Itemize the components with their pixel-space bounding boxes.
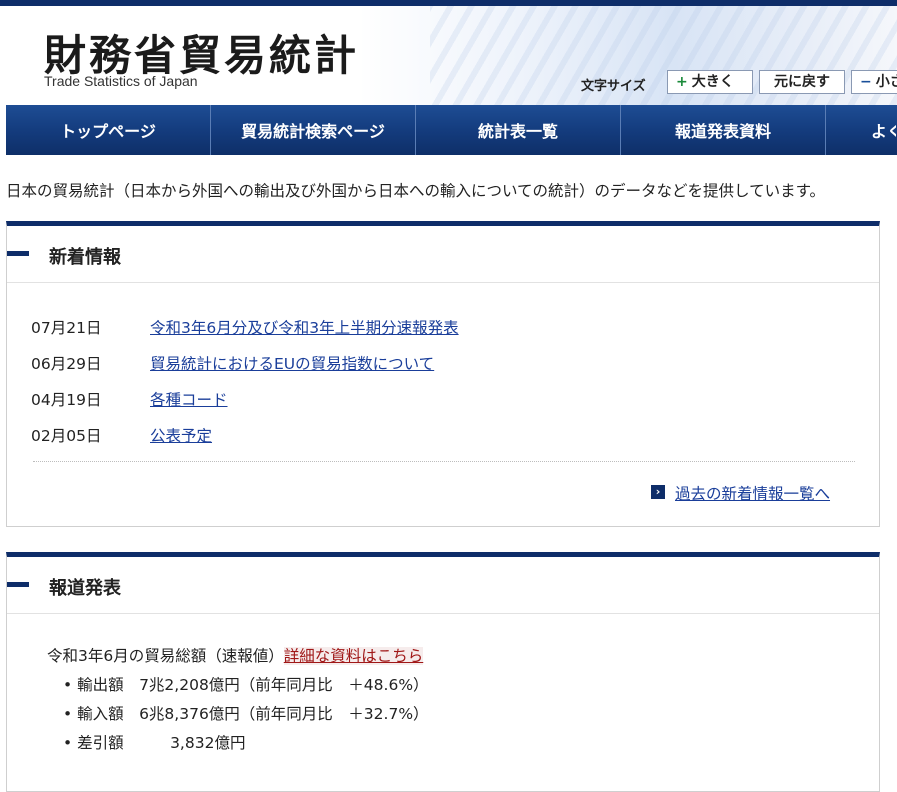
report-headline: 令和3年6月の貿易総額（速報値）詳細な資料はこちら — [47, 647, 424, 665]
nav-press-release[interactable]: 報道発表資料 — [621, 105, 826, 155]
nav-faq[interactable]: よくある質問 — [826, 105, 896, 155]
news-date: 02月05日 — [31, 427, 102, 445]
plus-icon: + — [676, 74, 688, 90]
report-panel-header: 報道発表 — [7, 557, 879, 614]
site-header: 財務省貿易統計 Trade Statistics of Japan 文字サイズ … — [0, 0, 897, 105]
news-date: 04月19日 — [31, 391, 102, 409]
news-title: 新着情報 — [49, 247, 121, 268]
news-date: 07月21日 — [31, 319, 102, 337]
heading-bar-icon — [7, 582, 29, 587]
news-panel-header: 新着情報 — [7, 226, 879, 283]
font-reset-button[interactable]: 元に戻す — [759, 70, 845, 94]
report-panel: 報道発表 令和3年6月の貿易総額（速報値）詳細な資料はこちら • 輸出額 7兆2… — [6, 552, 880, 792]
news-archive-link[interactable]: 過去の新着情報一覧へ — [651, 482, 830, 504]
site-logo-subtitle: Trade Statistics of Japan — [44, 73, 198, 89]
nav-search-page[interactable]: 貿易統計検索ページ — [211, 105, 416, 155]
news-link[interactable]: 公表予定 — [150, 424, 212, 446]
font-larger-button[interactable]: + 大きく — [667, 70, 753, 94]
news-panel: 新着情報 07月21日 令和3年6月分及び令和3年上半期分速報発表 06月29日… — [6, 221, 880, 527]
global-nav: トップページ 貿易統計検索ページ 統計表一覧 報道発表資料 よくある質問 — [6, 105, 897, 155]
report-bullet-balance: • 差引額 3,832億円 — [63, 734, 246, 752]
divider — [33, 461, 855, 462]
news-link[interactable]: 令和3年6月分及び令和3年上半期分速報発表 — [150, 316, 459, 338]
heading-bar-icon — [7, 251, 29, 256]
report-title: 報道発表 — [49, 578, 121, 599]
news-link[interactable]: 各種コード — [150, 388, 228, 410]
news-link[interactable]: 貿易統計におけるEUの貿易指数について — [150, 352, 434, 374]
font-size-label: 文字サイズ — [581, 79, 646, 94]
nav-stat-tables[interactable]: 統計表一覧 — [416, 105, 621, 155]
news-date: 06月29日 — [31, 355, 102, 373]
report-detail-link[interactable]: 詳細な資料はこちら — [283, 647, 424, 665]
minus-icon: − — [860, 74, 872, 90]
font-smaller-button[interactable]: −小さく — [851, 70, 897, 94]
report-bullet-export: • 輸出額 7兆2,208億円（前年同月比 ＋48.6%） — [63, 676, 429, 694]
nav-top-page[interactable]: トップページ — [6, 105, 211, 155]
report-bullet-import: • 輸入額 6兆8,376億円（前年同月比 ＋32.7%） — [63, 705, 429, 723]
intro-text: 日本の貿易統計（日本から外国への輸出及び外国から日本への輸入についての統計）のデ… — [6, 182, 826, 200]
